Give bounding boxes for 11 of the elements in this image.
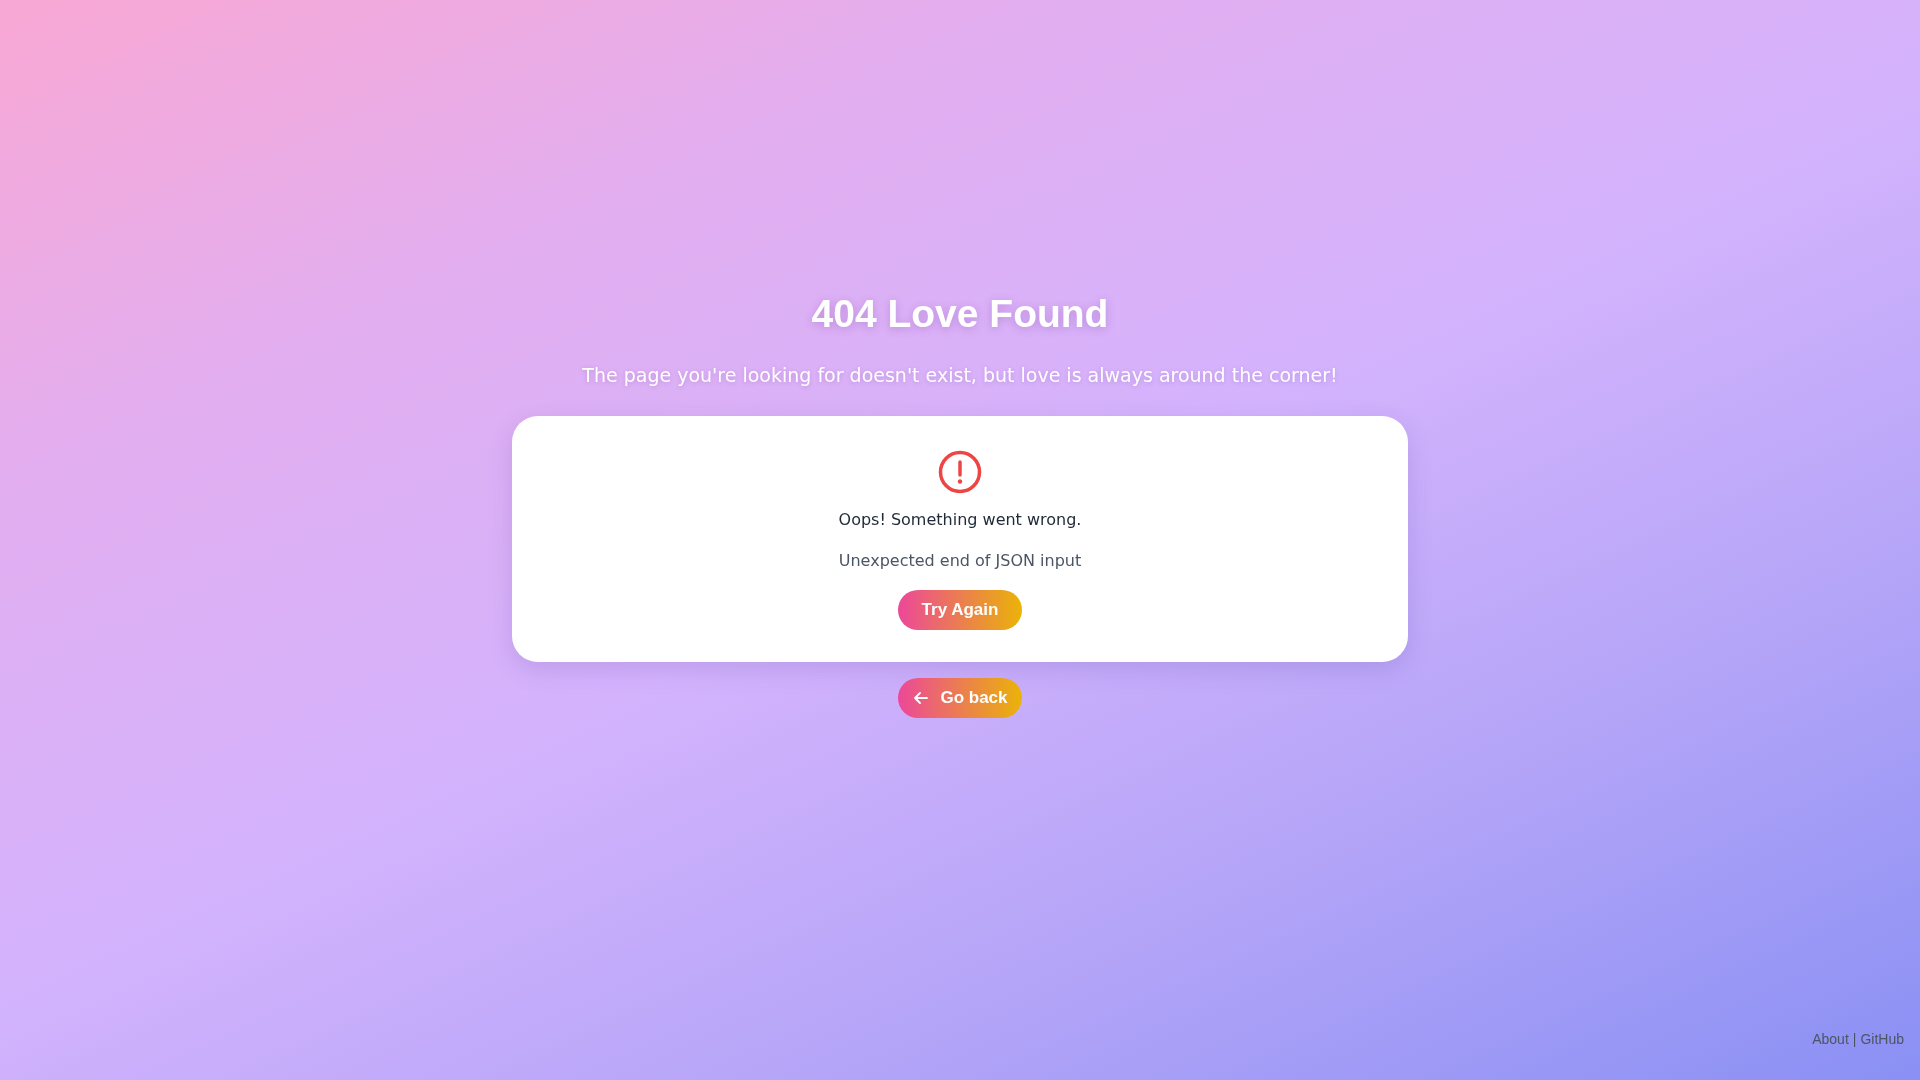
error-message: Unexpected end of JSON input: [838, 551, 1082, 570]
footer-link[interactable]: GitHub: [1860, 1031, 1904, 1047]
page-title: 404 Love Found: [811, 292, 1109, 336]
error-heading: Oops! Something went wrong.: [838, 510, 1082, 529]
alert-icon: [938, 450, 982, 494]
go-back-button[interactable]: Go back: [898, 678, 1022, 718]
separator: |: [1852, 1031, 1857, 1047]
subtitle: The page you're looking for doesn't exist, but love is always around the corner!: [582, 364, 1338, 386]
footer-link[interactable]: About: [1812, 1031, 1849, 1047]
arrow-left-icon: [912, 689, 931, 707]
try-again-button[interactable]: Try Again: [898, 590, 1022, 630]
